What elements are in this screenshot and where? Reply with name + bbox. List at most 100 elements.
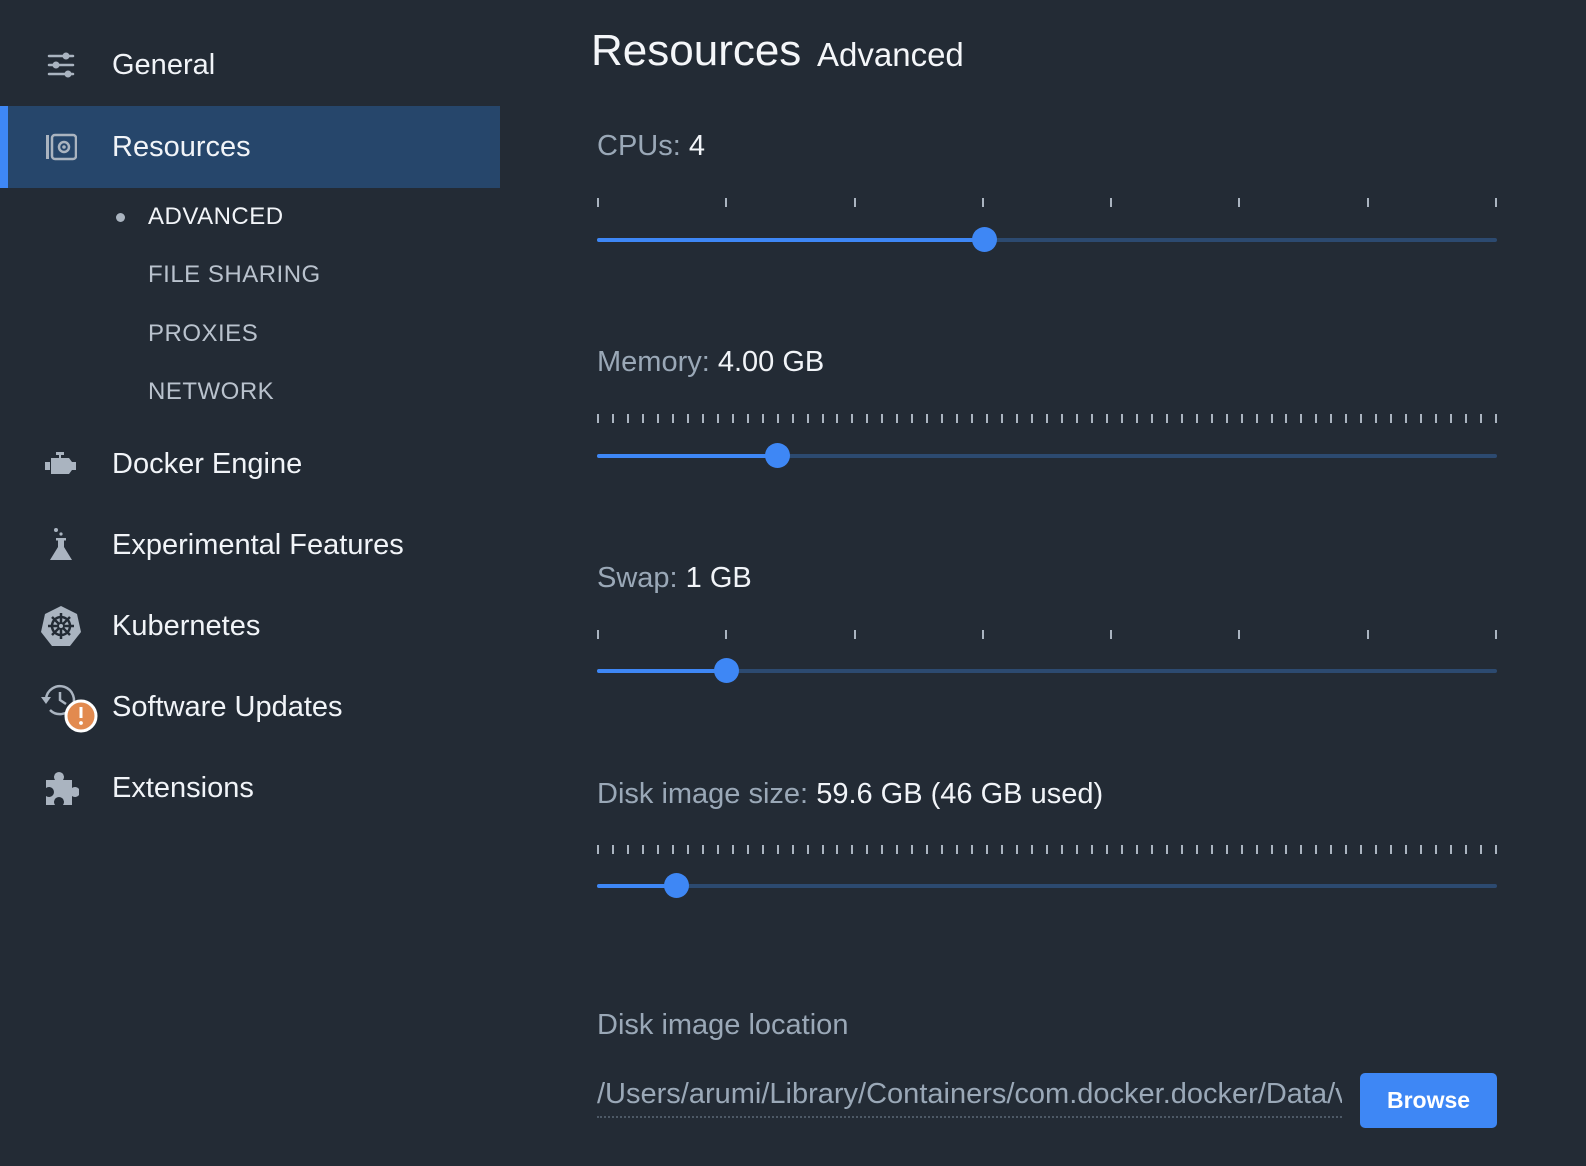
- cpus-ticks: [597, 198, 1497, 208]
- subitem-proxies[interactable]: PROXIES: [148, 320, 258, 348]
- slider-tick: [1367, 198, 1369, 207]
- slider-tick: [1001, 845, 1003, 854]
- memory-value: 4.00 GB: [717, 346, 825, 378]
- slider-tick: [1435, 414, 1437, 423]
- sidebar-item-software-updates[interactable]: Software Updates: [0, 666, 500, 748]
- slider-tick: [762, 414, 764, 423]
- slider-tick: [982, 198, 984, 207]
- slider-tick: [1315, 414, 1317, 423]
- slider-tick: [732, 845, 734, 854]
- memory-ticks: [597, 414, 1497, 424]
- slider-tick: [717, 845, 719, 854]
- swap-slider[interactable]: [597, 658, 1497, 683]
- slider-tick: [1016, 414, 1018, 423]
- sidebar-item-kubernetes[interactable]: Kubernetes: [0, 585, 500, 667]
- swap-slider-thumb[interactable]: [714, 658, 739, 683]
- slider-tick: [702, 414, 704, 423]
- slider-tick: [1016, 845, 1018, 854]
- sidebar-item-general[interactable]: General: [0, 24, 500, 106]
- disk-size-slider-thumb[interactable]: [664, 873, 689, 898]
- cpus-slider-thumb[interactable]: [972, 227, 997, 252]
- slider-tick: [717, 414, 719, 423]
- slider-tick: [1226, 414, 1228, 423]
- slider-tick: [627, 845, 629, 854]
- slider-tick: [807, 845, 809, 854]
- sidebar: General Resources ADVANCED FILE SHARING …: [0, 0, 500, 1166]
- slider-tick: [1196, 414, 1198, 423]
- slider-tick: [657, 845, 659, 854]
- slider-tick: [1300, 845, 1302, 854]
- slider-tick: [777, 414, 779, 423]
- slider-tick: [986, 845, 988, 854]
- disk-ticks: [597, 845, 1497, 855]
- slider-tick: [851, 845, 853, 854]
- slider-tick: [1031, 414, 1033, 423]
- flask-icon: [40, 524, 82, 566]
- slider-tick: [1241, 414, 1243, 423]
- slider-tick: [1238, 630, 1240, 639]
- cpus-slider[interactable]: [597, 227, 1497, 252]
- slider-tick: [1076, 845, 1078, 854]
- slider-tick: [1330, 845, 1332, 854]
- slider-tick: [1046, 845, 1048, 854]
- slider-tick: [1091, 414, 1093, 423]
- memory-label: Memory: 4.00 GB: [597, 346, 824, 379]
- slider-tick: [941, 414, 943, 423]
- slider-tick: [1046, 414, 1048, 423]
- sidebar-item-resources[interactable]: Resources: [0, 106, 500, 188]
- slider-tick: [1271, 414, 1273, 423]
- slider-tick: [792, 414, 794, 423]
- slider-tick: [1196, 845, 1198, 854]
- slider-tick: [836, 845, 838, 854]
- history-icon: [40, 684, 98, 733]
- slider-tick: [854, 198, 856, 207]
- slider-tick: [1136, 414, 1138, 423]
- slider-tick: [747, 414, 749, 423]
- slider-tick: [725, 630, 727, 639]
- active-bullet-icon: [116, 213, 125, 222]
- slider-tick: [732, 414, 734, 423]
- browse-button[interactable]: Browse: [1360, 1073, 1497, 1128]
- slider-tick: [1181, 414, 1183, 423]
- disk-size-label: Disk image size: 59.6 GB (46 GB used): [597, 778, 1103, 811]
- slider-tick: [1420, 845, 1422, 854]
- slider-tick: [1121, 414, 1123, 423]
- slider-tick: [1106, 845, 1108, 854]
- disk-size-slider[interactable]: [597, 873, 1497, 898]
- slider-tick: [896, 414, 898, 423]
- sidebar-item-experimental-features[interactable]: Experimental Features: [0, 504, 500, 586]
- memory-slider-thumb[interactable]: [765, 443, 790, 468]
- disk-location-field[interactable]: [597, 1072, 1342, 1118]
- slider-tick: [822, 414, 824, 423]
- cpus-label: CPUs: 4: [597, 130, 705, 163]
- slider-tick: [1001, 414, 1003, 423]
- resources-icon: [40, 126, 82, 168]
- slider-tick: [777, 845, 779, 854]
- page-subtitle[interactable]: Advanced: [817, 36, 964, 74]
- slider-tick: [1256, 845, 1258, 854]
- slider-tick: [627, 414, 629, 423]
- swap-value: 1 GB: [685, 562, 752, 594]
- slider-tick: [1271, 845, 1273, 854]
- slider-tick: [1405, 414, 1407, 423]
- sidebar-item-docker-engine[interactable]: Docker Engine: [0, 423, 500, 505]
- slider-tick: [1390, 414, 1392, 423]
- subitem-network[interactable]: NETWORK: [148, 378, 274, 406]
- slider-tick: [1495, 845, 1497, 854]
- helm-wheel-icon: [40, 605, 82, 647]
- subitem-advanced[interactable]: ADVANCED: [148, 203, 284, 231]
- sidebar-item-extensions[interactable]: Extensions: [0, 747, 500, 829]
- slider-tick: [1226, 845, 1228, 854]
- slider-tick: [926, 845, 928, 854]
- slider-tick: [792, 845, 794, 854]
- slider-tick: [1061, 414, 1063, 423]
- slider-tick: [642, 414, 644, 423]
- slider-tick: [971, 414, 973, 423]
- subitem-file-sharing[interactable]: FILE SHARING: [148, 261, 321, 289]
- memory-slider[interactable]: [597, 443, 1497, 468]
- sidebar-item-label: Software Updates: [112, 690, 343, 723]
- slider-tick: [597, 630, 599, 639]
- slider-tick: [1211, 414, 1213, 423]
- slider-tick: [866, 845, 868, 854]
- slider-tick: [1285, 845, 1287, 854]
